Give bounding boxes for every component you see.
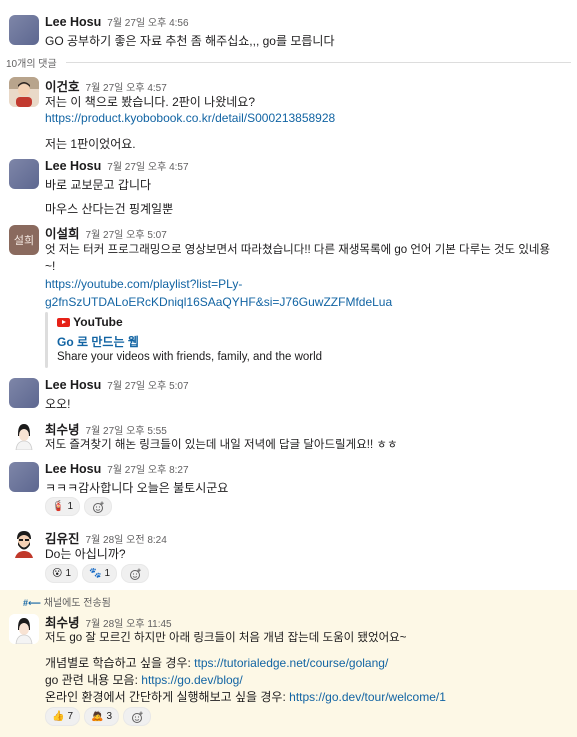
reactions-bar: 👍 7 🙇 3	[45, 707, 152, 726]
author-name[interactable]: 최수녕	[45, 423, 80, 437]
author-name[interactable]: 최수녕	[45, 616, 80, 630]
timestamp[interactable]: 7월 27일 오후 8:27	[107, 465, 188, 476]
message-link[interactable]: https://product.kyobobook.co.kr/detail/S…	[45, 111, 335, 125]
reaction-count: 1	[104, 568, 111, 579]
message-line: 온라인 환경에서 간단하게 실행해보고 싶을 경우: https://go.de…	[45, 688, 446, 705]
unfurl-description: Share your videos with friends, family, …	[57, 351, 323, 363]
message-link[interactable]: https://go.dev/blog/	[141, 673, 242, 687]
unfurl-source-label: YouTube	[73, 315, 123, 329]
message-link[interactable]: https://go.dev/tour/welcome/1	[289, 690, 446, 704]
author-name[interactable]: Lee Hosu	[45, 462, 101, 476]
line-label: go 관련 내용 모음:	[45, 673, 142, 687]
reactions-bar: 🧯 1	[45, 497, 113, 516]
message-text: 저는 1판이었어요.	[45, 137, 136, 151]
unfurl-source[interactable]: YouTube	[57, 315, 123, 329]
message-link[interactable]: g2fnSzUTDALoERcKDniql16SAaQYHF&si=J76Guw…	[45, 295, 392, 309]
message-text-cont: ~!	[45, 259, 56, 273]
reaction-pill[interactable]: 🙇 3	[84, 707, 120, 726]
thumbs-up-emoji: 👍	[52, 711, 65, 722]
message-text: 저도 go 잘 모르긴 하지만 아래 링크들이 처음 개념 잡는데 도움이 됐었…	[45, 632, 407, 644]
avatar-cartoon-icon	[9, 420, 39, 450]
message-line: 개념별로 학습하고 싶을 경우: ttps://tutorialedge.net…	[45, 654, 388, 671]
message-text: ㅋㅋㅋ감사합니다 오늘은 불토시군요	[45, 481, 229, 495]
message-text: 엇 저는 터커 프로그래밍으로 영상보면서 따라쳤습니다!! 다른 재생목록에 …	[45, 244, 551, 256]
reactions-bar: 😮 1 🐾 1	[45, 564, 150, 583]
avatar[interactable]	[9, 159, 39, 189]
author-name[interactable]: Lee Hosu	[45, 15, 101, 29]
line-label: 온라인 환경에서 간단하게 실행해보고 싶을 경우:	[45, 690, 290, 704]
message-line: go 관련 내용 모음: https://go.dev/blog/	[45, 671, 243, 688]
message-text: GO 공부하기 좋은 자료 추천 좀 해주십쇼,,, go를 모릅니다	[45, 34, 335, 48]
avatar[interactable]	[9, 15, 39, 45]
message-text: Do는 아십니까?	[45, 547, 126, 561]
author-name[interactable]: 이설희	[45, 227, 80, 241]
reaction-pill[interactable]: 👍 7	[45, 707, 81, 726]
line-label: 개념별로 학습하고 싶을 경우:	[45, 656, 195, 670]
paw-emoji: 🐾	[89, 568, 102, 579]
unfurl-bar	[45, 312, 48, 368]
avatar[interactable]	[9, 614, 39, 644]
bowing-emoji: 🙇	[91, 711, 104, 722]
reaction-count: 7	[67, 711, 74, 722]
add-reaction-button[interactable]	[84, 497, 113, 516]
reaction-count: 1	[67, 501, 74, 512]
avatar[interactable]	[9, 462, 39, 492]
message-link[interactable]: ttps://tutorialedge.net/course/golang/	[194, 656, 388, 670]
timestamp[interactable]: 7월 27일 오후 5:07	[86, 230, 167, 241]
unfurl-title[interactable]: Go 로 만드는 웹	[57, 333, 139, 350]
message-text: 오오!	[45, 397, 71, 411]
fire-extinguisher-emoji: 🧯	[52, 501, 65, 512]
thread-broadcast-icon: #⟵	[23, 598, 41, 608]
add-reaction-icon	[132, 711, 143, 723]
message-text: 저도 즐겨찾기 해논 링크들이 있는데 내일 저녁에 답글 달아드릴게요!! ㅎ…	[45, 439, 398, 451]
also-sent-label[interactable]: 채널에도 전송됨	[44, 598, 111, 609]
add-reaction-icon	[93, 501, 104, 513]
message-text: 바로 교보문고 갑니다	[45, 178, 152, 192]
avatar[interactable]	[9, 77, 39, 107]
timestamp[interactable]: 7월 27일 오후 4:56	[107, 18, 188, 29]
avatar-cartoon-icon	[9, 614, 39, 644]
reaction-count: 1	[65, 568, 71, 579]
youtube-icon	[57, 318, 70, 328]
message-text: 마우스 산다는건 핑계일뿐	[45, 202, 174, 216]
avatar[interactable]	[9, 378, 39, 408]
avatar[interactable]: 설희	[9, 225, 39, 255]
avatar-photo-icon	[9, 77, 39, 107]
message-link[interactable]: https://youtube.com/playlist?list=PLy-	[45, 277, 242, 291]
message-text: 저는 이 책으로 봤습니다. 2판이 나왔네요?	[45, 95, 255, 109]
avatar[interactable]	[9, 528, 39, 558]
author-name[interactable]: Lee Hosu	[45, 378, 101, 392]
reaction-pill[interactable]: 🐾 1	[82, 564, 118, 583]
replies-divider	[66, 62, 571, 63]
add-reaction-button[interactable]	[121, 564, 150, 583]
avatar-cartoon-icon	[9, 528, 39, 558]
add-reaction-icon	[130, 568, 141, 580]
replies-count: 10개의 댓글	[6, 59, 57, 70]
surprised-emoji: 😮	[52, 568, 63, 579]
author-name[interactable]: 김유진	[45, 532, 80, 546]
add-reaction-button[interactable]	[123, 707, 152, 726]
reaction-count: 3	[106, 711, 113, 722]
also-sent-notice: #⟵ 채널에도 전송됨	[23, 594, 111, 609]
reaction-pill[interactable]: 🧯 1	[45, 497, 81, 516]
avatar[interactable]	[9, 420, 39, 450]
timestamp[interactable]: 7월 27일 오후 4:57	[107, 162, 188, 173]
author-name[interactable]: Lee Hosu	[45, 159, 101, 173]
timestamp[interactable]: 7월 27일 오후 5:07	[107, 381, 188, 392]
reaction-pill[interactable]: 😮 1	[45, 564, 78, 583]
author-name[interactable]: 이건호	[45, 80, 80, 94]
